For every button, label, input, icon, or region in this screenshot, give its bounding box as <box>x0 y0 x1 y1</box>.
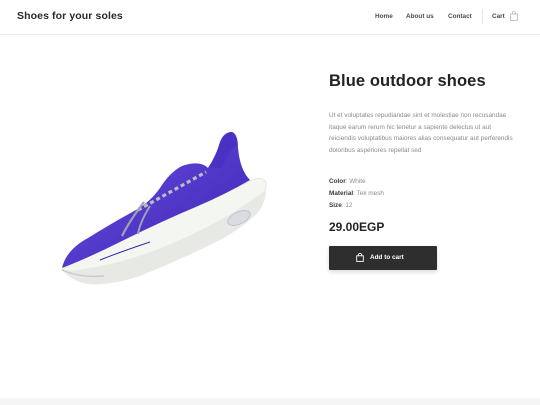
nav-divider <box>482 9 483 24</box>
product-color-spec: Color: White <box>329 178 366 185</box>
nav-link-home[interactable]: Home <box>375 13 393 20</box>
product-image <box>61 132 267 285</box>
shopping-bag-icon[interactable] <box>510 11 518 21</box>
add-to-cart-label: Add to cart <box>370 254 404 261</box>
color-label: Color <box>329 178 346 185</box>
size-value: : 12 <box>341 202 353 209</box>
nav-link-contact[interactable]: Contact <box>448 13 472 20</box>
shopping-bag-icon <box>356 253 364 262</box>
product-price: 29.00EGP <box>329 220 385 234</box>
product-description: Ut et voluptates repudiandae sint et mol… <box>329 112 513 154</box>
color-value: : White <box>345 178 366 185</box>
size-label: Size <box>329 202 342 209</box>
product-size-spec: Size: 12 <box>329 202 352 209</box>
footer-band <box>0 398 540 405</box>
product-material-spec: Material: Tek mesh <box>329 190 384 197</box>
add-to-cart-button[interactable]: Add to cart <box>329 246 437 270</box>
nav-link-about[interactable]: About us <box>406 13 434 20</box>
material-value: : Tek mesh <box>353 190 384 197</box>
nav-link-cart[interactable]: Cart <box>492 13 505 20</box>
product-title: Blue outdoor shoes <box>329 72 486 90</box>
top-navigation-bar: Shoes for your soles Home About us Conta… <box>0 0 540 35</box>
material-label: Material <box>329 190 354 197</box>
site-brand[interactable]: Shoes for your soles <box>17 10 123 22</box>
